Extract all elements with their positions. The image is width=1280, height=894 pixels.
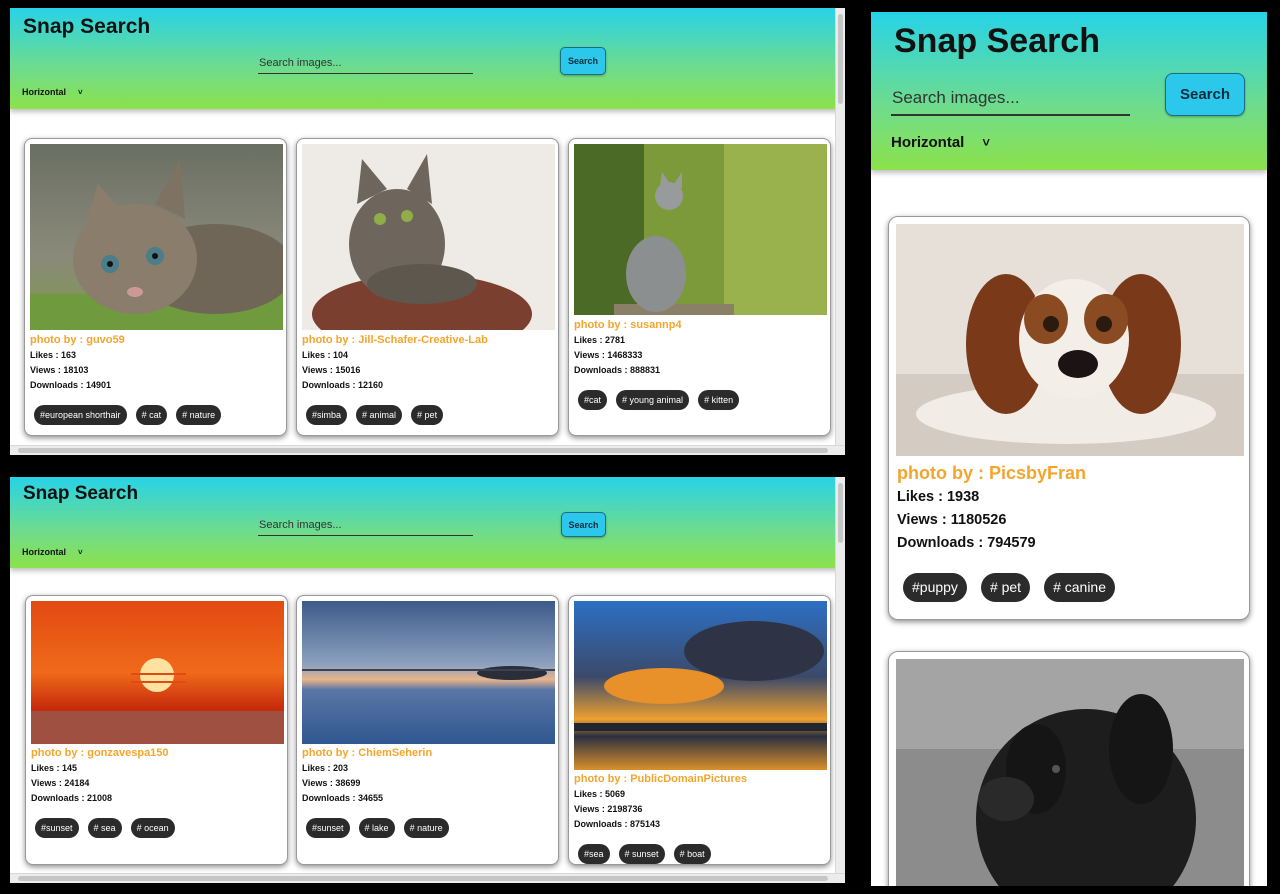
tag-chip[interactable]: #sea	[578, 844, 610, 864]
downloads-stat: Downloads : 14901	[30, 380, 112, 390]
tag-chip[interactable]: #simba	[306, 405, 348, 425]
image-card[interactable]: photo by : susannp4 Likes : 2781 Views :…	[568, 138, 831, 436]
views-stat: Views : 15016	[302, 365, 361, 375]
tag-chip[interactable]: #cat	[578, 390, 608, 410]
likes-stat: Likes : 203	[302, 763, 349, 773]
search-button[interactable]: Search	[561, 512, 606, 537]
scrollbar-thumb[interactable]	[838, 483, 843, 543]
tag-chip[interactable]: # canine	[1044, 573, 1116, 602]
orientation-select[interactable]: Horizontal ˅	[891, 134, 990, 151]
downloads-stat: Downloads : 888831	[574, 365, 661, 375]
scrollbar-thumb[interactable]	[838, 14, 843, 104]
chevron-down-icon: ˅	[78, 547, 83, 557]
image-card[interactable]: photo by : PicsbyFran Likes : 1938 Views…	[888, 216, 1250, 620]
views-stat: Views : 1468333	[574, 350, 643, 360]
image-card[interactable]: photo by : gonzavespa150 Likes : 145 Vie…	[25, 595, 288, 865]
photo-credit[interactable]: photo by : PicsbyFran	[897, 460, 1244, 486]
orientation-label: Horizontal	[22, 547, 66, 557]
orientation-select[interactable]: Horizontal ˅	[22, 547, 83, 557]
image-card[interactable]: photo by : PublicDomainPictures Likes : …	[568, 595, 831, 865]
downloads-stat: Downloads : 12160	[302, 380, 384, 390]
kitten-photo	[574, 144, 827, 315]
black-dog-photo	[896, 659, 1244, 886]
cat-photo	[30, 144, 283, 330]
image-card[interactable]	[888, 651, 1250, 886]
search-button[interactable]: Search	[1165, 73, 1245, 116]
horizontal-scrollbar[interactable]	[10, 873, 845, 883]
views-stat: Views : 18103	[30, 365, 89, 375]
image-card[interactable]: photo by : ChiemSeherin Likes : 203 View…	[296, 595, 559, 865]
app-title: Snap Search	[23, 483, 139, 504]
tag-chip[interactable]: # ocean	[130, 818, 175, 838]
tag-chip[interactable]: # young animal	[616, 390, 690, 410]
search-input[interactable]	[891, 82, 1130, 116]
dog-photo	[896, 224, 1244, 456]
tag-chip[interactable]: # nature	[403, 818, 449, 838]
sunset-photo	[31, 601, 284, 744]
vertical-scrollbar[interactable]	[835, 8, 845, 445]
browser-window-bottom: Snap Search Search Horizontal ˅ photo by…	[10, 477, 845, 883]
tag-chip[interactable]: # lake	[358, 818, 395, 838]
tag-chip[interactable]: # animal	[356, 405, 403, 425]
tag-chip[interactable]: # sunset	[618, 844, 665, 864]
scrollbar-thumb[interactable]	[18, 448, 828, 453]
photo-credit[interactable]: photo by : ChiemSeherin	[302, 746, 553, 761]
app-header: Snap Search Search Horizontal ˅	[10, 8, 845, 109]
photo-credit[interactable]: photo by : guvo59	[30, 333, 281, 348]
lake-photo	[302, 601, 555, 744]
cat-photo	[302, 144, 555, 330]
likes-stat: Likes : 104	[302, 350, 349, 360]
app-header: Snap Search Search Horizontal ˅	[871, 12, 1267, 170]
photo-credit[interactable]: photo by : Jill-Schafer-Creative-Lab	[302, 333, 553, 348]
vertical-scrollbar[interactable]	[835, 477, 845, 873]
mobile-window: Snap Search Search Horizontal ˅ photo by…	[871, 12, 1267, 886]
browser-window-top: Snap Search Search Horizontal ˅ photo by…	[10, 8, 845, 455]
likes-stat: Likes : 2781	[574, 335, 626, 345]
image-card[interactable]: photo by : guvo59 Likes : 163 Views : 18…	[24, 138, 287, 436]
tag-chip[interactable]: # nature	[176, 405, 222, 425]
photo-credit[interactable]: photo by : susannp4	[574, 318, 825, 333]
views-stat: Views : 38699	[302, 778, 361, 788]
scrollbar-thumb[interactable]	[18, 876, 828, 881]
tag-chip[interactable]: #sunset	[306, 818, 350, 838]
orientation-select[interactable]: Horizontal ˅	[22, 87, 83, 97]
likes-stat: Likes : 1938	[897, 489, 980, 505]
sunset-clouds-photo	[574, 601, 827, 770]
likes-stat: Likes : 163	[30, 350, 77, 360]
tag-chip[interactable]: # pet	[411, 405, 444, 425]
tag-chip[interactable]: # kitten	[698, 390, 740, 410]
tag-chip[interactable]: #puppy	[903, 573, 967, 602]
tag-chip[interactable]: # sea	[87, 818, 122, 838]
tag-chip[interactable]: # cat	[135, 405, 168, 425]
tag-chip[interactable]: # pet	[980, 573, 1031, 602]
views-stat: Views : 1180526	[897, 512, 1007, 528]
downloads-stat: Downloads : 21008	[31, 793, 113, 803]
search-input[interactable]	[258, 514, 473, 536]
tag-chip[interactable]: # boat	[673, 844, 711, 864]
tag-chip[interactable]: #sunset	[35, 818, 79, 838]
orientation-label: Horizontal	[891, 134, 965, 151]
app-title: Snap Search	[23, 15, 151, 38]
photo-credit[interactable]: photo by : gonzavespa150	[31, 746, 282, 761]
image-card[interactable]: photo by : Jill-Schafer-Creative-Lab Lik…	[296, 138, 559, 436]
tag-chip[interactable]: #european shorthair	[34, 405, 127, 425]
search-button[interactable]: Search	[560, 47, 606, 75]
chevron-down-icon: ˅	[982, 135, 990, 150]
chevron-down-icon: ˅	[78, 87, 83, 97]
downloads-stat: Downloads : 875143	[574, 819, 661, 829]
horizontal-scrollbar[interactable]	[10, 445, 845, 455]
search-input[interactable]	[258, 52, 473, 74]
app-header: Snap Search Search Horizontal ˅	[10, 477, 845, 568]
likes-stat: Likes : 145	[31, 763, 78, 773]
photo-credit[interactable]: photo by : PublicDomainPictures	[574, 772, 825, 787]
orientation-label: Horizontal	[22, 87, 66, 97]
downloads-stat: Downloads : 34655	[302, 793, 384, 803]
downloads-stat: Downloads : 794579	[897, 535, 1036, 551]
views-stat: Views : 2198736	[574, 804, 643, 814]
views-stat: Views : 24184	[31, 778, 90, 788]
app-title: Snap Search	[894, 22, 1100, 60]
likes-stat: Likes : 5069	[574, 789, 626, 799]
